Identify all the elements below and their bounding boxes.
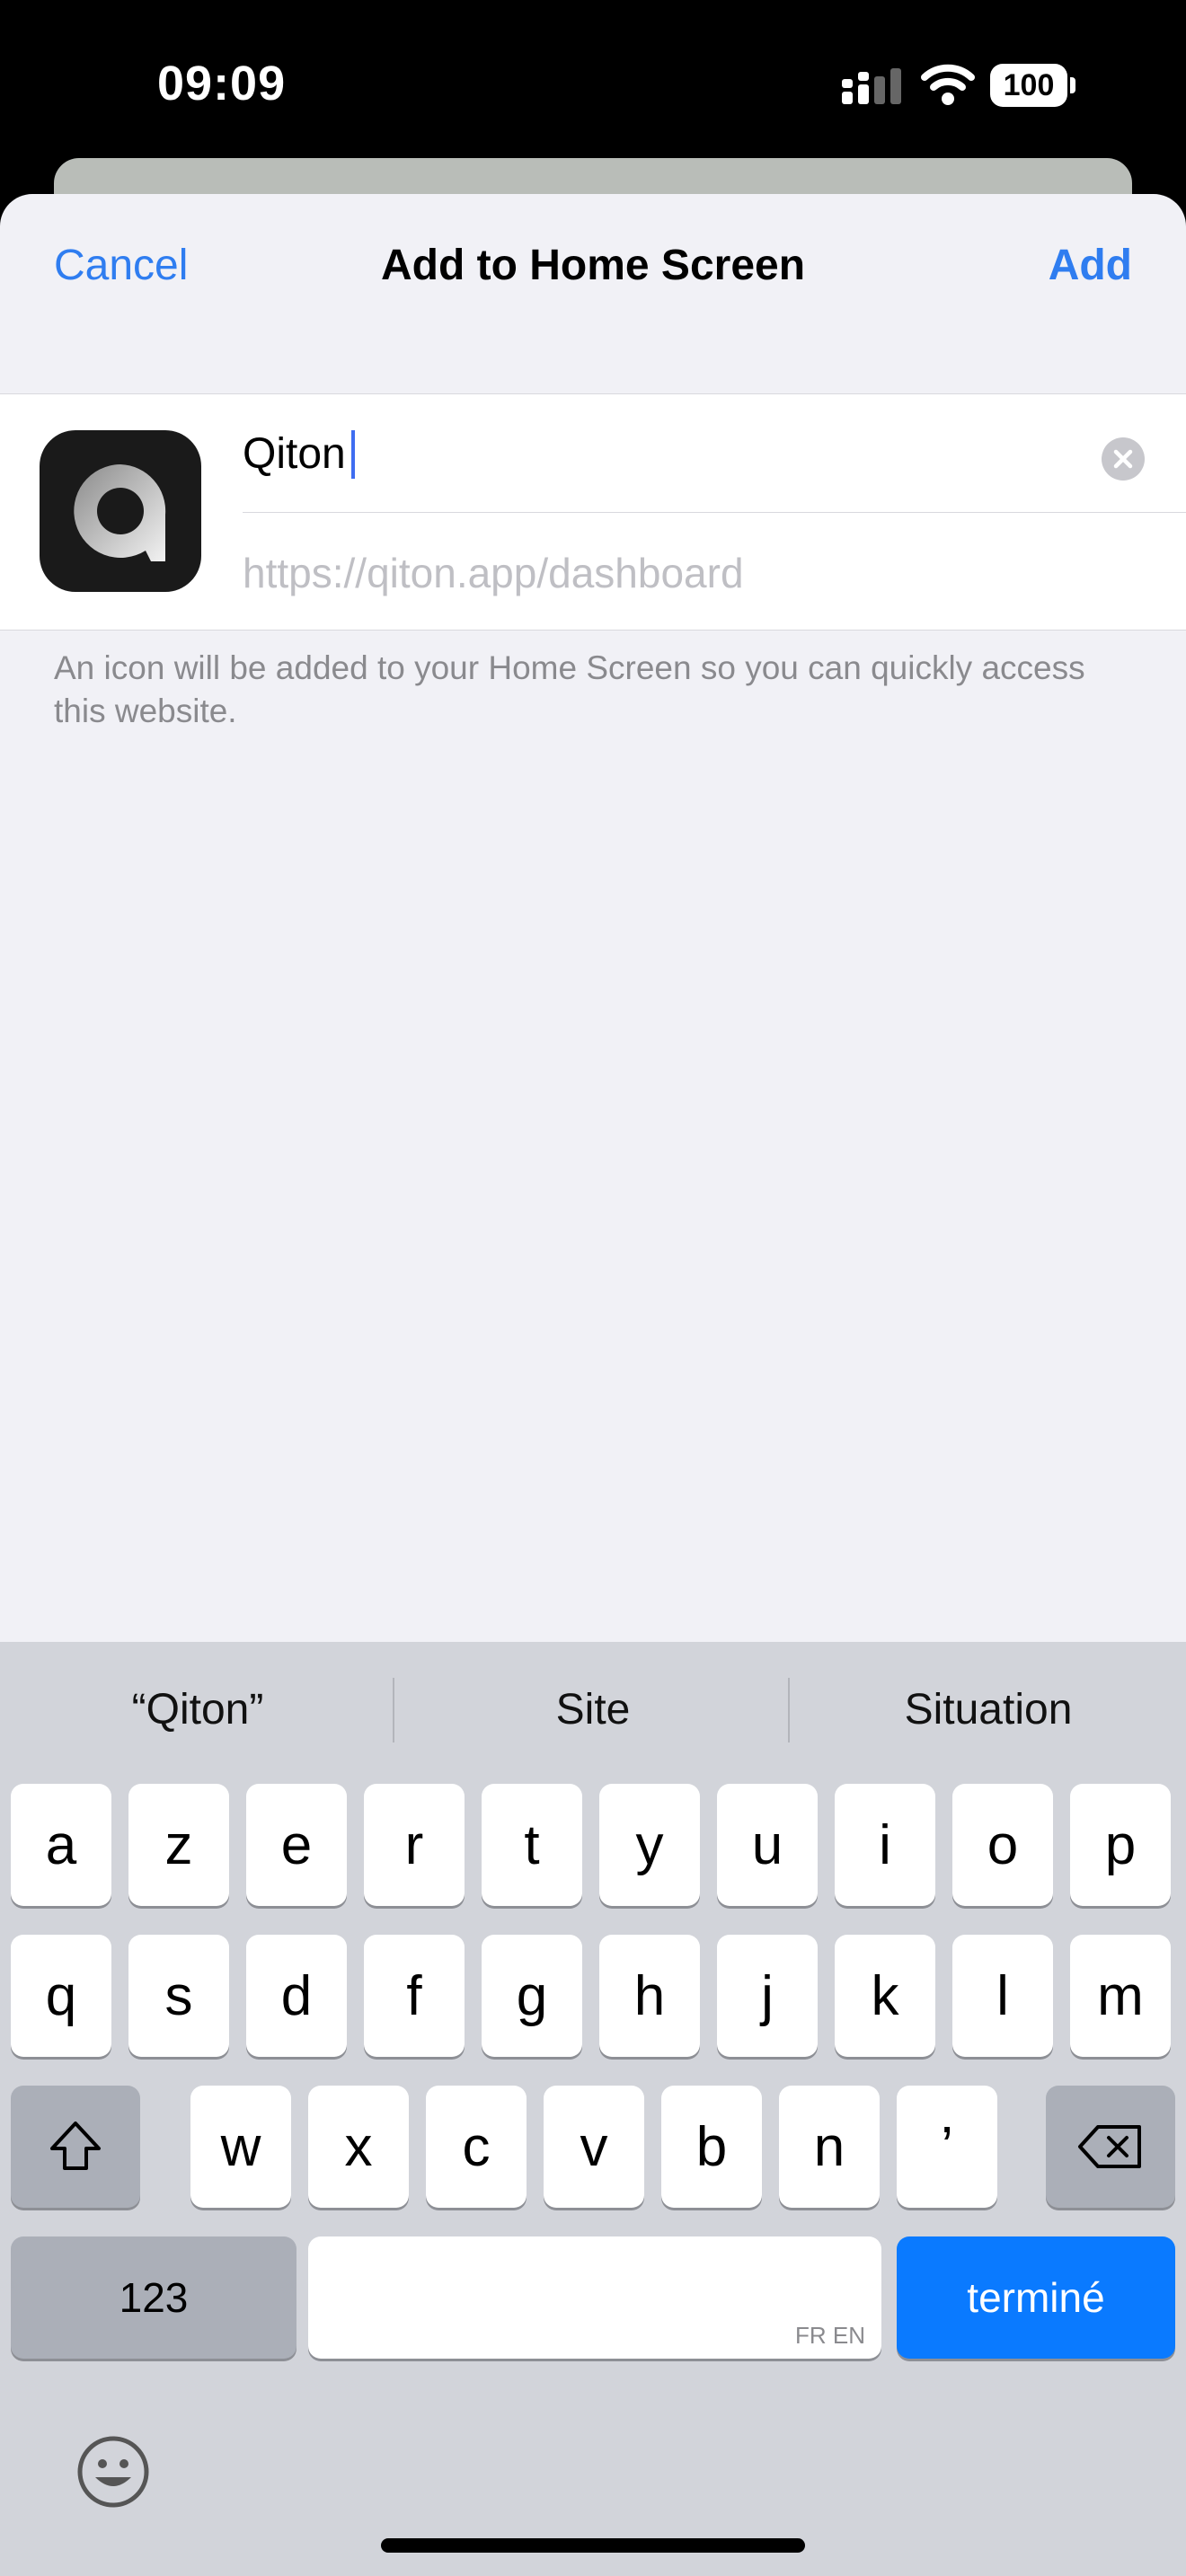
text-cursor xyxy=(351,430,355,479)
key-t[interactable]: t xyxy=(482,1784,582,1906)
numbers-key[interactable]: 123 xyxy=(11,2236,296,2359)
key-n[interactable]: n xyxy=(779,2086,880,2208)
key-r[interactable]: r xyxy=(364,1784,465,1906)
key-apostrophe[interactable]: ’ xyxy=(897,2086,997,2208)
clear-icon[interactable] xyxy=(1102,437,1145,481)
wifi-icon xyxy=(921,64,975,105)
key-q[interactable]: q xyxy=(11,1935,111,2057)
key-e[interactable]: e xyxy=(246,1784,347,1906)
key-c[interactable]: c xyxy=(426,2086,527,2208)
field-divider xyxy=(243,512,1186,513)
key-g[interactable]: g xyxy=(482,1935,582,2057)
hint-text: An icon will be added to your Home Scree… xyxy=(54,649,1085,729)
key-u[interactable]: u xyxy=(717,1784,818,1906)
status-time: 09:09 xyxy=(157,57,287,110)
battery-level: 100 xyxy=(990,64,1067,107)
key-w[interactable]: w xyxy=(190,2086,291,2208)
key-l[interactable]: l xyxy=(952,1935,1053,2057)
delete-key[interactable] xyxy=(1046,2086,1175,2208)
key-z[interactable]: z xyxy=(128,1784,229,1906)
key-h[interactable]: h xyxy=(599,1935,700,2057)
key-y[interactable]: y xyxy=(599,1784,700,1906)
status-bar: 09:09 100 xyxy=(0,0,1186,180)
emoji-icon[interactable] xyxy=(75,2434,151,2510)
suggestion-divider xyxy=(393,1678,394,1742)
key-k[interactable]: k xyxy=(835,1935,935,2057)
suggestion-bar: “Qiton” Site Situation xyxy=(0,1642,1186,1782)
cancel-button[interactable]: Cancel xyxy=(54,241,188,290)
key-o[interactable]: o xyxy=(952,1784,1053,1906)
battery-tip xyxy=(1070,77,1075,93)
suggestion-item[interactable]: “Qiton” xyxy=(0,1685,395,1734)
key-f[interactable]: f xyxy=(364,1935,465,2057)
home-indicator xyxy=(381,2538,805,2553)
key-j[interactable]: j xyxy=(717,1935,818,2057)
signal-icon xyxy=(842,68,901,104)
shift-key[interactable] xyxy=(11,2086,140,2208)
key-m[interactable]: m xyxy=(1070,1935,1171,2057)
name-input[interactable] xyxy=(243,416,1051,491)
key-v[interactable]: v xyxy=(544,2086,644,2208)
key-b[interactable]: b xyxy=(661,2086,762,2208)
done-key[interactable]: terminé xyxy=(897,2236,1175,2359)
url-text: https://qiton.app/dashboard xyxy=(243,550,744,596)
key-x[interactable]: x xyxy=(308,2086,409,2208)
key-d[interactable]: d xyxy=(246,1935,347,2057)
bookmark-form: https://qiton.app/dashboard xyxy=(0,393,1186,631)
delete-icon xyxy=(1078,2125,1141,2168)
app-logo-icon xyxy=(40,430,201,592)
suggestion-item[interactable]: Situation xyxy=(791,1685,1186,1734)
key-i[interactable]: i xyxy=(835,1784,935,1906)
keyboard: “Qiton” Site Situation a z e r t y u i o… xyxy=(0,1642,1186,2576)
key-s[interactable]: s xyxy=(128,1935,229,2057)
add-button[interactable]: Add xyxy=(1049,241,1132,290)
key-p[interactable]: p xyxy=(1070,1784,1171,1906)
key-a[interactable]: a xyxy=(11,1784,111,1906)
space-language-label: FR EN xyxy=(795,2322,865,2349)
suggestion-item[interactable]: Site xyxy=(395,1685,791,1734)
suggestion-divider xyxy=(788,1678,790,1742)
space-key[interactable]: FR EN xyxy=(308,2236,881,2359)
shift-icon xyxy=(50,2122,101,2170)
